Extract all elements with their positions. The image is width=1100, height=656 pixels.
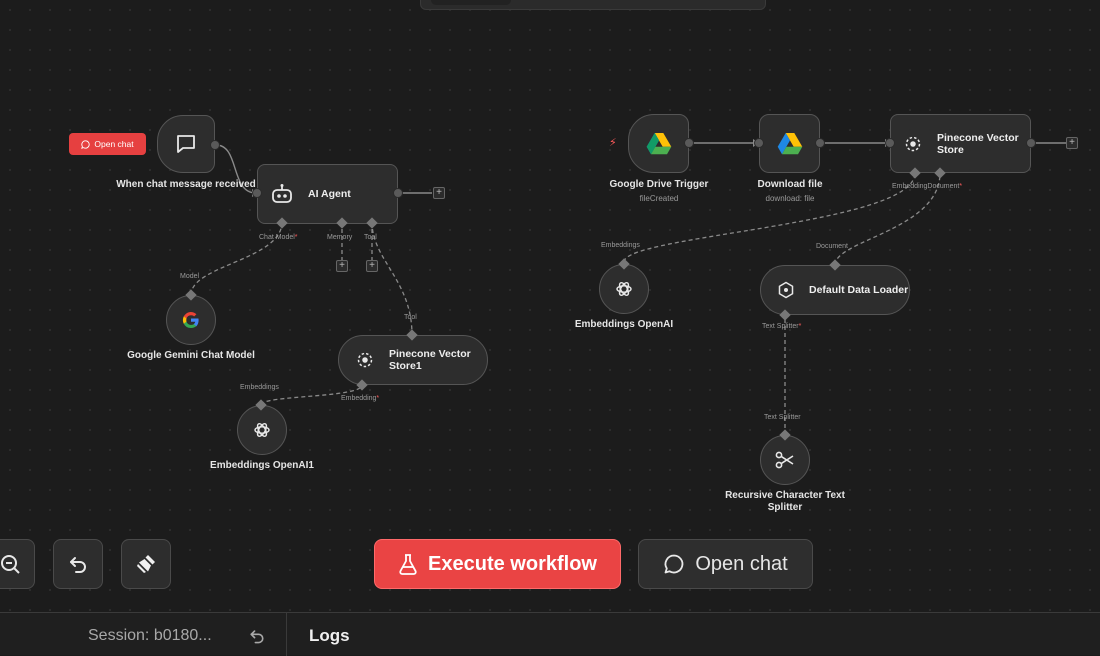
zoom-out-button[interactable] xyxy=(0,539,35,589)
pinecone-icon xyxy=(357,352,373,368)
pinecone-icon xyxy=(905,136,921,151)
drive-trigger-label: Google Drive Trigger xyxy=(609,179,709,190)
download-input-handle[interactable] xyxy=(754,138,764,148)
chat-trigger-label: When chat message received xyxy=(116,179,256,190)
robot-icon xyxy=(272,184,292,203)
pinecone-store1-title: Pinecone Vector Store1 xyxy=(389,348,471,372)
embeddings-openai1-label: Embeddings OpenAI1 xyxy=(210,460,314,471)
session-id: Session: b0180... xyxy=(88,627,212,644)
flask-icon xyxy=(399,554,417,575)
chat-bubble-icon xyxy=(664,554,684,574)
zoom-out-icon xyxy=(1,555,20,574)
pinecone-store1-node[interactable]: Pinecone Vector Store1 xyxy=(338,335,488,385)
logs-tab[interactable]: Logs xyxy=(309,626,350,646)
pinecone-output-handle[interactable] xyxy=(1026,138,1036,148)
gemini-label: Google Gemini Chat Model xyxy=(127,350,255,361)
workflow-edges xyxy=(190,139,1066,435)
add-tool-button[interactable]: + xyxy=(366,260,378,272)
ai-agent-chat-model-label: Chat Model* xyxy=(259,234,298,241)
pinecone-store-node[interactable]: Pinecone Vector Store xyxy=(890,114,1031,173)
embeddings-openai-node[interactable] xyxy=(599,264,649,314)
undo-icon xyxy=(250,630,264,644)
data-loader-document-label: Document xyxy=(816,243,848,250)
drive-trigger-output-handle[interactable] xyxy=(684,138,694,148)
download-file-label: Download file xyxy=(757,179,823,190)
execute-workflow-label: Execute workflow xyxy=(428,552,597,575)
pinecone-store-title: Pinecone Vector Store xyxy=(937,131,1019,156)
embeddings-port-label: Embeddings xyxy=(601,242,640,249)
open-chat-label: Open chat xyxy=(695,552,788,575)
openai-icon xyxy=(616,282,632,296)
trigger-bolt-icon: ⚡ xyxy=(609,137,617,149)
clean-canvas-button[interactable] xyxy=(121,539,171,589)
execute-workflow-button[interactable]: Execute workflow xyxy=(374,539,621,589)
ai-agent-add-button[interactable]: + xyxy=(433,187,445,199)
default-data-loader-node[interactable]: Default Data Loader xyxy=(760,265,910,315)
pinecone1-embedding-label: Embedding* xyxy=(341,395,380,402)
open-chat-tag[interactable]: Open chat xyxy=(69,133,146,155)
chat-trigger-node[interactable] xyxy=(157,115,215,173)
ai-agent-output-handle[interactable] xyxy=(393,188,403,198)
pinecone-add-button[interactable]: + xyxy=(1066,137,1078,149)
data-loader-title: Default Data Loader xyxy=(809,284,909,296)
workflow-canvas[interactable]: Open chat When chat message received AI … xyxy=(0,0,1100,612)
reset-session-button[interactable] xyxy=(248,627,266,650)
data-loader-icon xyxy=(778,281,794,299)
google-drive-icon xyxy=(777,133,802,155)
gemini-chat-model-node[interactable] xyxy=(166,295,216,345)
chat-bubble-icon xyxy=(81,139,91,149)
pinecone1-tool-label: Tool xyxy=(404,314,417,321)
open-chat-tag-label: Open chat xyxy=(94,139,134,149)
openai-icon xyxy=(254,423,270,437)
drive-trigger-sub: fileCreated xyxy=(639,194,679,203)
scissors-icon xyxy=(775,451,794,469)
gemini-port-label: Model xyxy=(180,273,200,280)
add-memory-button[interactable]: + xyxy=(336,260,348,272)
logs-footer: Session: b0180... Logs xyxy=(0,612,1100,656)
footer-divider xyxy=(286,613,287,656)
open-chat-button[interactable]: Open chat xyxy=(638,539,813,589)
ai-agent-memory-label: Memory xyxy=(327,234,353,241)
broom-icon xyxy=(137,555,155,573)
download-file-node[interactable] xyxy=(759,114,820,173)
undo-button[interactable] xyxy=(53,539,103,589)
text-splitter-label: Recursive Character Text Splitter xyxy=(725,490,845,513)
edge-gemini-to-agent xyxy=(190,221,283,296)
chat-trigger-output-handle[interactable] xyxy=(210,140,220,150)
embeddings-openai-label: Embeddings OpenAI xyxy=(574,319,674,330)
ai-agent-input-handle[interactable] xyxy=(252,188,262,198)
text-splitter-port-label: Text Splitter xyxy=(764,414,801,421)
embeddings-openai1-node[interactable] xyxy=(237,405,287,455)
text-splitter-node[interactable] xyxy=(760,435,810,485)
chat-icon xyxy=(177,135,195,153)
pinecone-ports-label: EmbeddingDocument* xyxy=(892,183,963,190)
ai-agent-title: AI Agent xyxy=(308,188,351,200)
pinecone-input-handle[interactable] xyxy=(885,138,895,148)
undo-icon xyxy=(70,557,86,573)
embeddings1-port-label: Embeddings xyxy=(240,384,279,391)
ai-agent-node[interactable]: AI Agent xyxy=(257,164,398,224)
ai-agent-tool-label: Tool xyxy=(364,234,377,241)
google-drive-icon xyxy=(646,133,671,155)
download-output-handle[interactable] xyxy=(815,138,825,148)
google-g-icon xyxy=(182,312,199,329)
data-loader-splitter-label: Text Splitter* xyxy=(762,323,802,330)
google-drive-trigger-node[interactable] xyxy=(628,114,689,173)
download-file-sub: download: file xyxy=(765,194,815,203)
